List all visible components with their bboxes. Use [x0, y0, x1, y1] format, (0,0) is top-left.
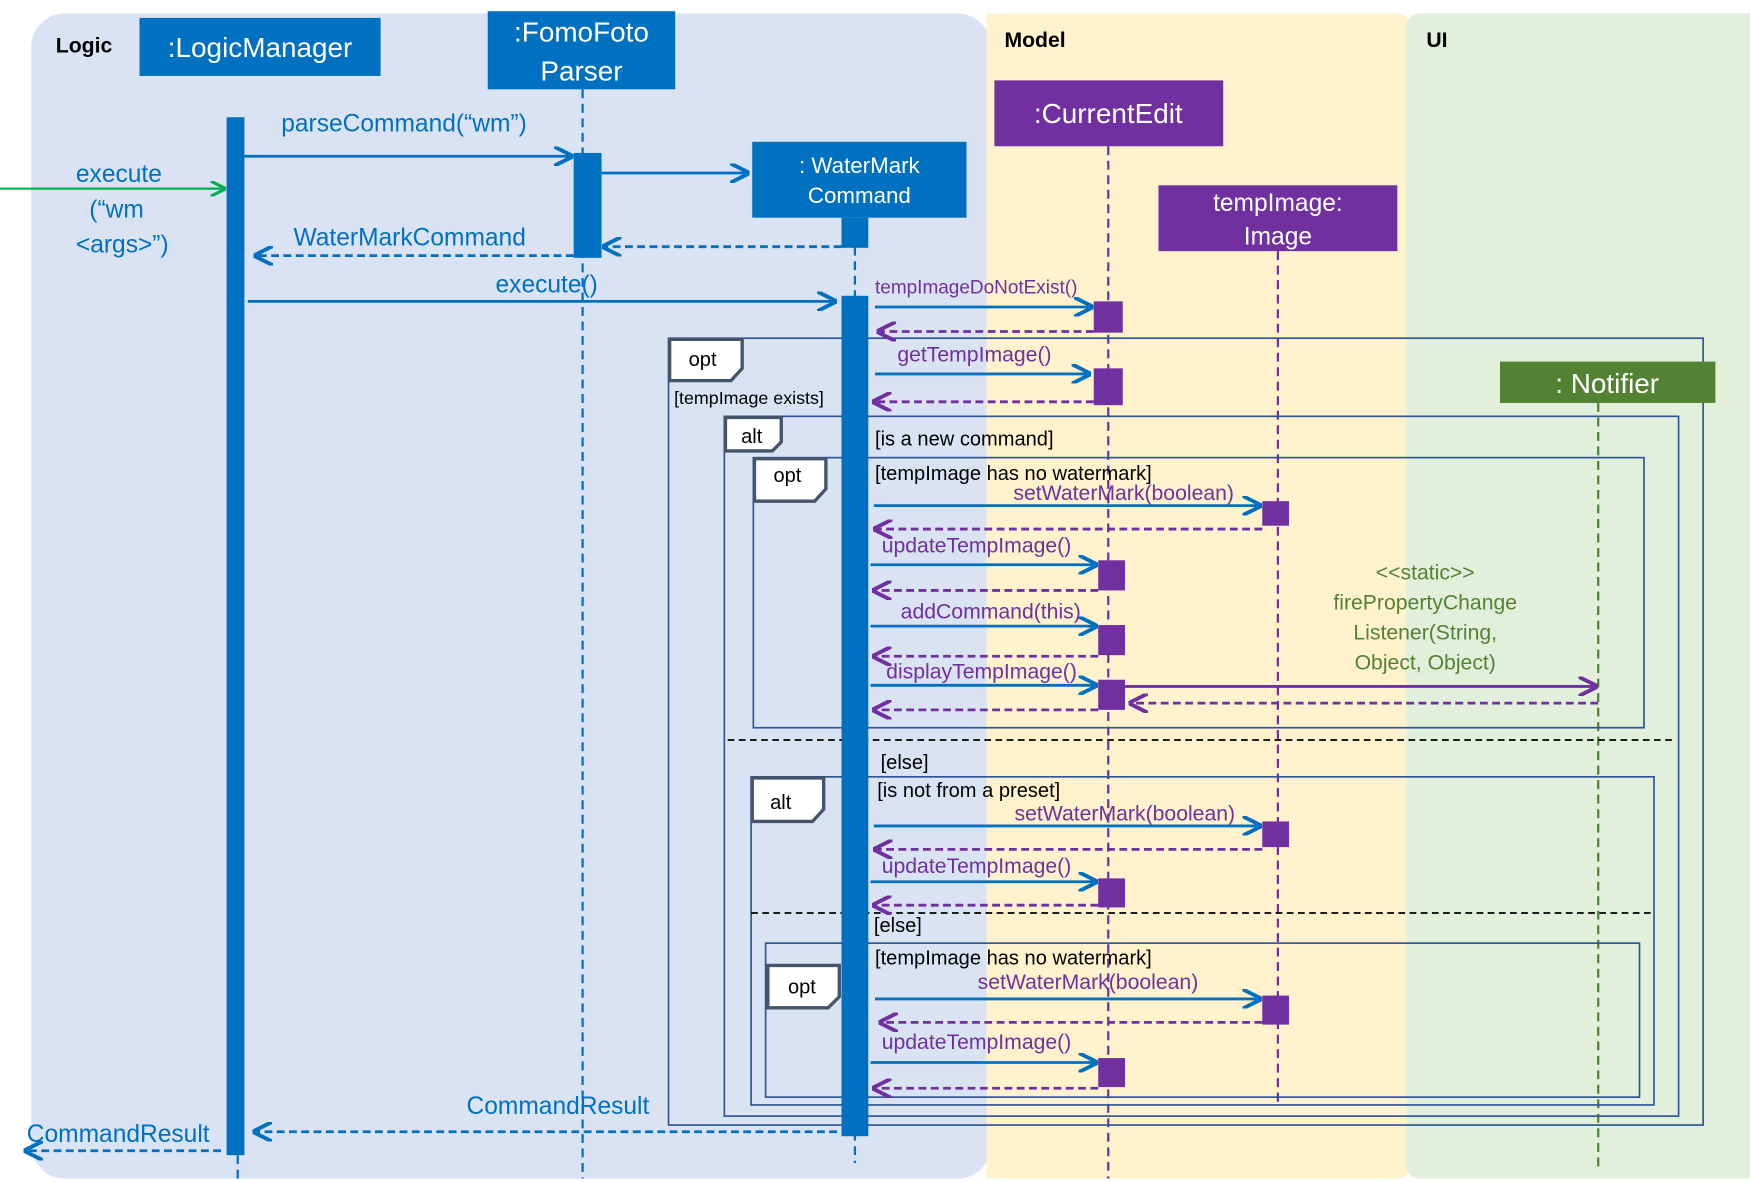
execute-entry-label-1: execute	[76, 161, 162, 188]
opt3-tag-label: opt	[788, 976, 816, 998]
get-temp-image-label: getTempImage()	[897, 344, 1051, 367]
opt1-guard: [tempImage exists]	[674, 388, 824, 408]
command-result-label-2: CommandResult	[27, 1121, 210, 1148]
logic-manager-label: :LogicManager	[168, 32, 353, 63]
parser-label-line2: Parser	[540, 55, 622, 86]
alt1-tag-label: alt	[741, 426, 763, 448]
ui-region-label: UI	[1426, 29, 1447, 52]
temp-image-activation	[1262, 995, 1290, 1025]
temp-image-activation	[1262, 501, 1290, 526]
alt1-else-guard: [else]	[881, 752, 929, 774]
current-edit-label: :CurrentEdit	[1034, 98, 1183, 129]
current-edit-activation	[1093, 301, 1123, 333]
alt2-else-guard: [else]	[874, 915, 922, 937]
temp-image-label-line1: tempImage:	[1213, 190, 1343, 217]
temp-image-label-line2: Image	[1244, 223, 1312, 250]
set-watermark-label-2: setWaterMark(boolean)	[1015, 802, 1236, 825]
current-edit-activation	[1098, 679, 1125, 710]
update-temp-image-label-1: updateTempImage()	[882, 534, 1072, 557]
execute-call-label: execute()	[496, 271, 598, 298]
temp-image-participant: tempImage: Image	[1158, 185, 1398, 252]
current-edit-activation	[1093, 368, 1123, 406]
fire-property-change-label-1: <<static>>	[1376, 561, 1475, 584]
fire-property-change-label-4: Object, Object)	[1355, 652, 1496, 675]
alt2-tag-label: alt	[770, 792, 792, 814]
current-edit-activation	[1098, 1058, 1125, 1088]
model-region-label: Model	[1004, 29, 1065, 52]
current-edit-activation	[1098, 878, 1125, 908]
logic-region-label: Logic	[56, 34, 113, 57]
sequence-diagram: Logic Model UI opt [tempImage exists] al…	[0, 11, 1750, 1179]
execute-entry-label-3: <args>”)	[76, 231, 169, 258]
current-edit-participant: :CurrentEdit	[994, 80, 1224, 147]
alt1-guard: [is a new command]	[875, 428, 1054, 450]
parser-participant: :FomoFoto Parser	[487, 11, 676, 90]
opt3-guard: [tempImage has no watermark]	[875, 947, 1152, 969]
set-watermark-label-3: setWaterMark(boolean)	[978, 971, 1199, 994]
temp-image-activation	[1262, 821, 1290, 848]
fire-property-change-label-2: firePropertyChange	[1333, 591, 1517, 614]
display-temp-image-label: displayTempImage()	[886, 661, 1077, 684]
parser-label-line1: :FomoFoto	[514, 16, 649, 47]
watermark-label-line2: Command	[808, 183, 911, 208]
watermark-create-activation	[841, 217, 869, 248]
watermark-command-participant: : WaterMark Command	[752, 141, 967, 218]
notifier-participant: : Notifier	[1500, 361, 1716, 403]
logic-manager-participant: :LogicManager	[139, 17, 381, 76]
set-watermark-label-1: setWaterMark(boolean)	[1013, 482, 1234, 505]
update-temp-image-label-2: updateTempImage()	[882, 855, 1072, 878]
parser-activation	[573, 152, 602, 258]
notifier-label: : Notifier	[1555, 368, 1659, 399]
parse-command-label: parseCommand(“wm”)	[281, 111, 527, 138]
watermark-execute-activation	[841, 295, 869, 1137]
logic-manager-activation	[226, 117, 245, 1156]
alt2-guard: [is not from a preset]	[877, 780, 1060, 802]
current-edit-activation	[1098, 560, 1125, 591]
current-edit-activation	[1098, 625, 1125, 656]
update-temp-image-label-3: updateTempImage()	[882, 1031, 1072, 1054]
execute-entry-label-2: (“wm	[89, 197, 144, 224]
temp-image-do-not-exist-label: tempImageDoNotExist()	[875, 278, 1077, 299]
add-command-label: addCommand(this)	[901, 600, 1081, 623]
watermark-command-return-label: WaterMarkCommand	[294, 225, 526, 252]
command-result-label-1: CommandResult	[467, 1093, 650, 1120]
watermark-label-line1: : WaterMark	[799, 153, 921, 178]
opt1-tag-label: opt	[689, 349, 717, 371]
opt2-tag-label: opt	[773, 465, 801, 487]
fire-property-change-label-3: Listener(String,	[1353, 622, 1497, 645]
